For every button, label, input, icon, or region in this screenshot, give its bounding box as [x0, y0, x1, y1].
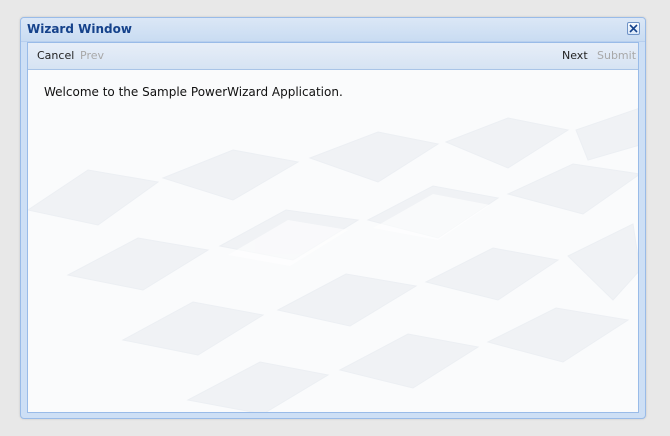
background-keyboard-image [28, 108, 638, 412]
wizard-window: Wizard Window Cancel Prev Next Submit We… [20, 17, 646, 419]
prev-button[interactable]: Prev [80, 49, 104, 62]
cancel-button[interactable]: Cancel [37, 49, 74, 62]
wizard-content: Welcome to the Sample PowerWizard Applic… [28, 70, 638, 412]
wizard-toolbar: Cancel Prev Next Submit [28, 43, 638, 70]
close-button[interactable] [627, 22, 640, 35]
window-title: Wizard Window [27, 22, 132, 36]
wizard-body: Cancel Prev Next Submit Welcome to the S… [27, 42, 639, 413]
close-icon [629, 24, 638, 33]
welcome-message: Welcome to the Sample PowerWizard Applic… [44, 85, 343, 99]
window-titlebar[interactable]: Wizard Window [21, 18, 645, 42]
submit-button[interactable]: Submit [597, 49, 636, 62]
next-button[interactable]: Next [562, 49, 588, 62]
